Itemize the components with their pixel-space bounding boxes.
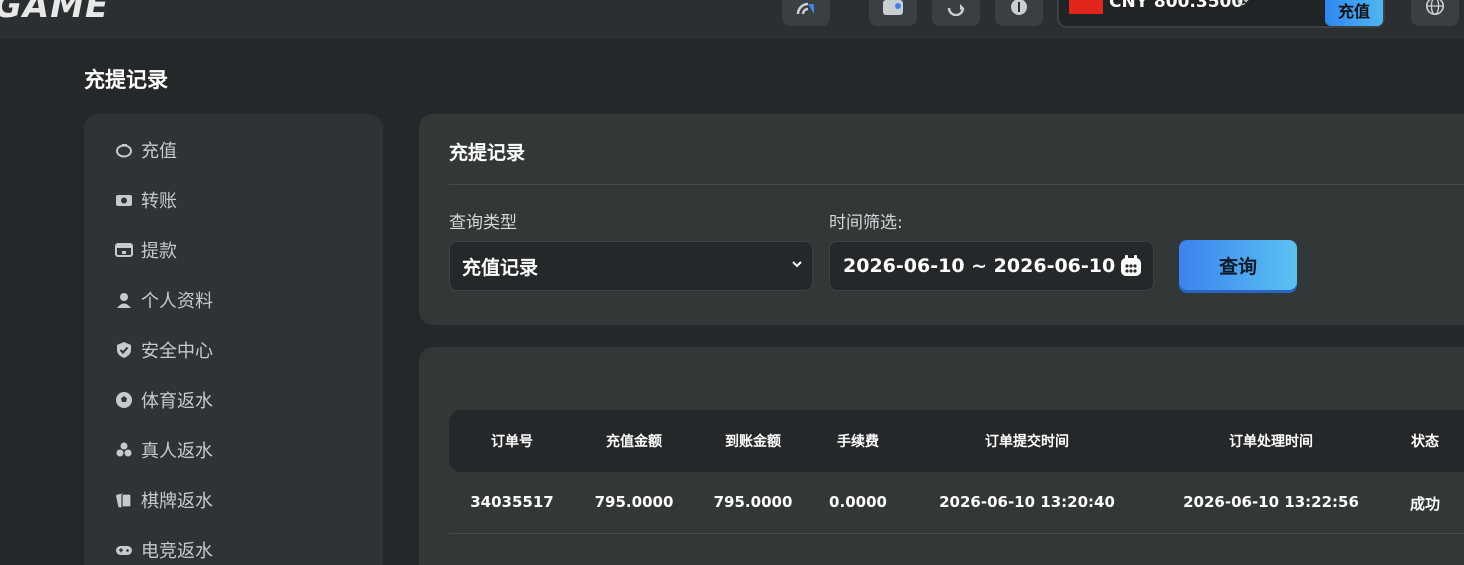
top-bar: GAME CNY 800.3500 ⟳ 充值 xyxy=(0,0,1464,39)
column-header-order-id: 订单号 xyxy=(491,434,533,450)
cell-fee: 0.0000 xyxy=(829,493,887,511)
sidebar-item-live-rebate[interactable]: 真人返水 xyxy=(115,437,213,463)
calendar-icon xyxy=(1121,255,1141,276)
wallet-icon xyxy=(883,0,903,15)
sidebar: 充值 转账 提款 个人资料 安全中心 体育返水 真人返水 棋牌返水 电竞返水 xyxy=(84,114,383,565)
deposit-button[interactable]: 充值 xyxy=(1325,0,1383,26)
sidebar-item-label: 个人资料 xyxy=(141,291,213,312)
sidebar-item-withdraw[interactable]: 提款 xyxy=(115,237,177,263)
cell-deposit-amount: 795.0000 xyxy=(594,493,674,511)
column-header-process-time: 订单处理时间 xyxy=(1229,434,1313,450)
sidebar-item-label: 转账 xyxy=(141,191,177,212)
records-table-panel: 订单号 充值金额 到账金额 手续费 订单提交时间 订单处理时间 状态 34035… xyxy=(419,347,1464,565)
table-header: 订单号 充值金额 到账金额 手续费 订单提交时间 订单处理时间 状态 xyxy=(449,410,1464,472)
coin-button[interactable] xyxy=(995,0,1043,26)
cards-icon xyxy=(116,493,132,508)
soccer-ball-icon xyxy=(116,392,132,408)
sidebar-item-sports-rebate[interactable]: 体育返水 xyxy=(115,387,213,413)
query-type-value: 充值记录 xyxy=(462,256,539,279)
cell-status: 成功 xyxy=(1409,495,1441,513)
date-range-input[interactable]: 2026-06-10 ~ 2026-06-10 xyxy=(829,241,1154,291)
china-flag-icon xyxy=(1069,0,1103,14)
balance-amount: CNY 800.3500 xyxy=(1109,0,1244,12)
column-header-fee: 手续费 xyxy=(837,434,879,450)
withdraw-icon xyxy=(115,243,133,257)
language-button[interactable] xyxy=(1411,0,1459,26)
sidebar-item-label: 体育返水 xyxy=(141,391,213,412)
sidebar-item-label: 电竞返水 xyxy=(141,541,213,562)
globe-icon xyxy=(1426,0,1444,15)
balance-refresh-icon[interactable]: ⟳ xyxy=(1237,0,1250,10)
shield-icon xyxy=(117,342,131,358)
table-row: 34035517 795.0000 795.0000 0.0000 2026-0… xyxy=(449,472,1464,534)
column-header-credited-amount: 到账金额 xyxy=(725,434,781,450)
sidebar-item-label: 提款 xyxy=(141,241,177,262)
cell-submit-time: 2026-06-10 13:20:40 xyxy=(939,493,1115,511)
date-range-value: 2026-06-10 ~ 2026-06-10 xyxy=(843,255,1116,277)
signal-icon xyxy=(796,2,814,15)
cell-order-id: 34035517 xyxy=(470,493,554,511)
coin-icon xyxy=(1011,0,1027,15)
sidebar-item-cards-rebate[interactable]: 棋牌返水 xyxy=(115,487,213,513)
refresh-icon xyxy=(947,4,965,16)
sidebar-item-label: 真人返水 xyxy=(141,441,213,462)
user-icon xyxy=(117,293,131,308)
sidebar-item-transfer[interactable]: 转账 xyxy=(115,187,177,213)
filter-divider xyxy=(449,184,1464,185)
filter-panel: 充提记录 查询类型 充值记录 时间筛选: 2026-06-10 ~ 2026-0… xyxy=(419,114,1464,325)
transfer-icon xyxy=(116,195,132,206)
sidebar-item-label: 安全中心 xyxy=(141,341,213,362)
sidebar-item-label: 充值 xyxy=(141,141,177,162)
page-title: 充提记录 xyxy=(84,68,168,92)
signal-button[interactable] xyxy=(782,0,830,26)
cell-credited-amount: 795.0000 xyxy=(713,493,793,511)
sidebar-item-esports-rebate[interactable]: 电竞返水 xyxy=(115,537,213,563)
sidebar-item-label: 棋牌返水 xyxy=(141,491,213,512)
time-filter-label: 时间筛选: xyxy=(829,213,903,233)
piggy-bank-icon xyxy=(116,144,132,158)
refresh-button[interactable] xyxy=(932,0,980,26)
sidebar-item-security[interactable]: 安全中心 xyxy=(115,337,213,363)
chevron-down-icon xyxy=(792,261,802,268)
filter-panel-title: 充提记录 xyxy=(449,142,526,164)
query-button[interactable]: 查询 xyxy=(1179,240,1297,290)
live-casino-icon xyxy=(116,442,132,457)
query-type-label: 查询类型 xyxy=(449,213,517,233)
wallet-balance-box: CNY 800.3500 ⟳ 充值 xyxy=(1057,0,1385,28)
column-header-deposit-amount: 充值金额 xyxy=(606,434,662,450)
column-header-status: 状态 xyxy=(1411,434,1439,450)
sidebar-item-deposit[interactable]: 充值 xyxy=(115,137,177,163)
logo: GAME xyxy=(0,0,110,26)
gamepad-icon xyxy=(116,546,132,555)
wallet-button[interactable] xyxy=(869,0,917,26)
cell-process-time: 2026-06-10 13:22:56 xyxy=(1183,493,1359,511)
sidebar-item-profile[interactable]: 个人资料 xyxy=(115,287,213,313)
query-type-select[interactable]: 充值记录 xyxy=(449,241,813,291)
column-header-submit-time: 订单提交时间 xyxy=(985,434,1069,450)
